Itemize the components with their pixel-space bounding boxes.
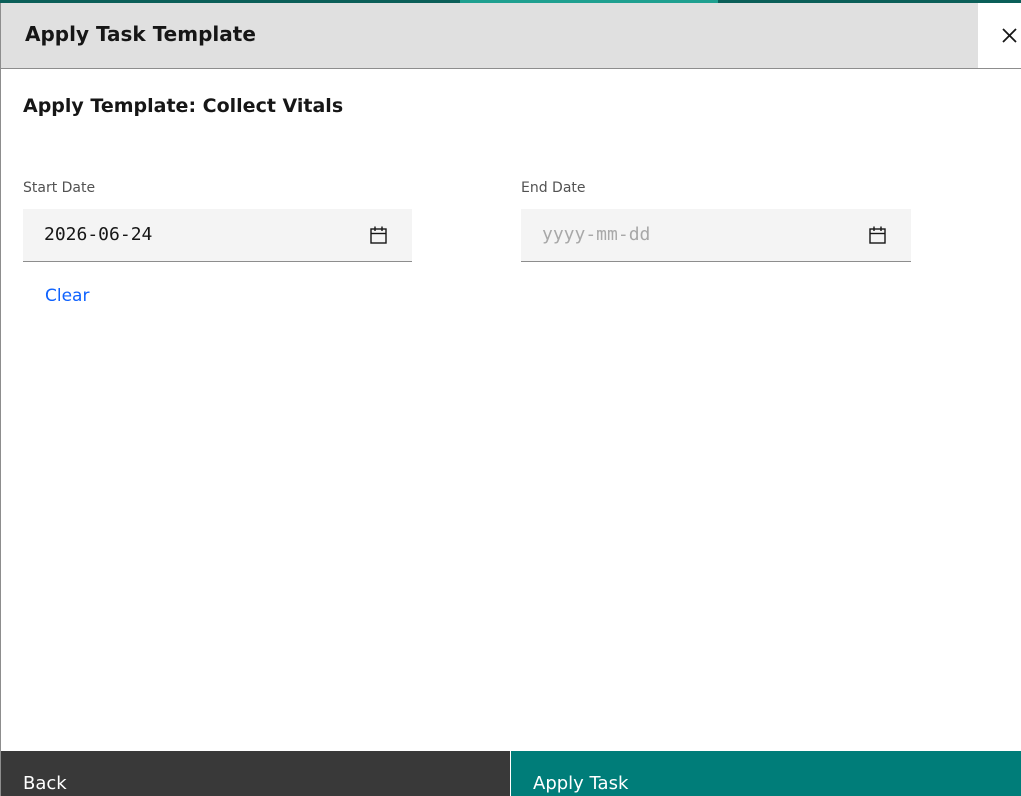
- apply-template-modal: Apply Task Template Apply Template: Coll…: [0, 3, 1021, 796]
- back-button[interactable]: Back: [1, 751, 510, 796]
- modal-header: Apply Task Template: [1, 3, 978, 69]
- apply-task-button-label: Apply Task: [533, 773, 629, 794]
- clear-link[interactable]: Clear: [45, 286, 89, 306]
- end-date-input[interactable]: yyyy-mm-dd: [521, 209, 911, 262]
- close-icon: [1002, 28, 1017, 43]
- back-button-label: Back: [23, 773, 67, 794]
- section-title: Apply Template: Collect Vitals: [23, 95, 344, 117]
- calendar-icon[interactable]: [370, 226, 387, 244]
- end-date-placeholder: yyyy-mm-dd: [542, 224, 651, 245]
- calendar-icon[interactable]: [869, 226, 886, 244]
- start-date-value: 2026-06-24: [44, 224, 153, 245]
- close-button[interactable]: [978, 3, 1021, 69]
- modal-title: Apply Task Template: [25, 22, 256, 46]
- modal-footer: Back Apply Task: [1, 751, 1021, 796]
- end-date-label: End Date: [521, 180, 586, 196]
- start-date-label: Start Date: [23, 180, 96, 196]
- apply-task-button[interactable]: Apply Task: [511, 751, 1021, 796]
- start-date-input[interactable]: 2026-06-24: [23, 209, 412, 262]
